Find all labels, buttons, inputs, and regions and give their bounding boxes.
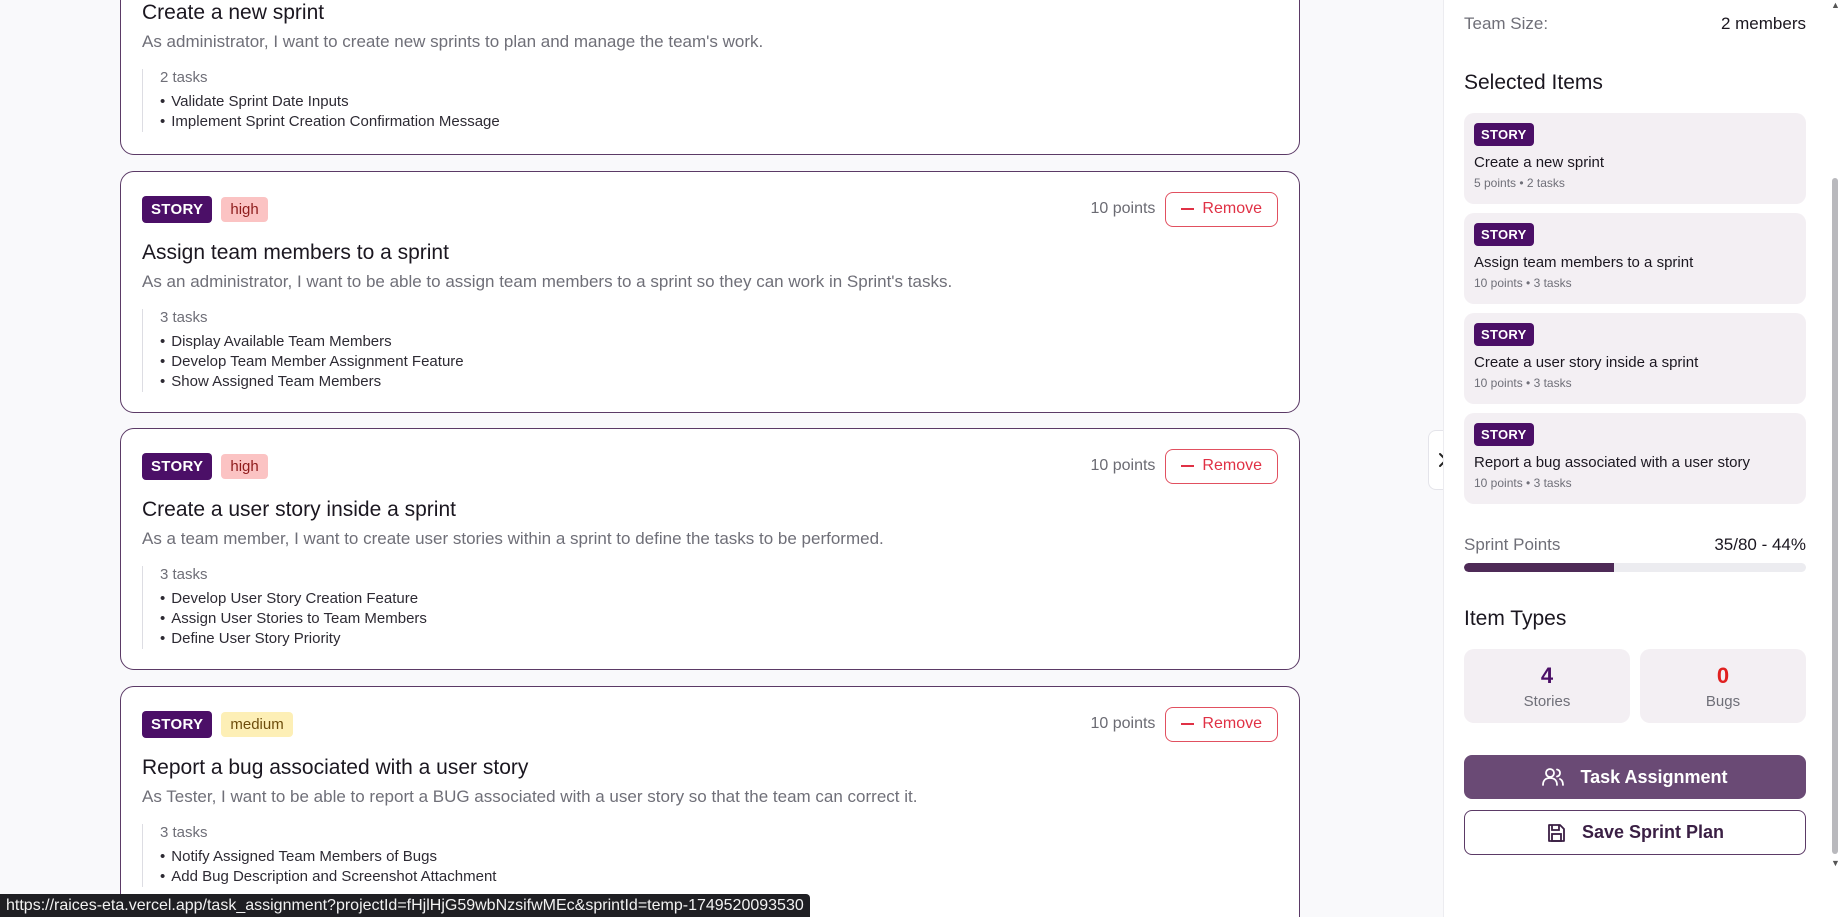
remove-label: Remove	[1202, 457, 1262, 474]
remove-label: Remove	[1202, 200, 1262, 217]
selected-items-title: Selected Items	[1464, 71, 1603, 94]
card-description: As Tester, I want to be able to report a…	[142, 787, 918, 806]
status-bar-url: https://raices-eta.vercel.app/task_assig…	[0, 894, 810, 917]
priority-badge: medium	[221, 711, 293, 737]
page-scrollbar[interactable]: ▲ ▼	[1828, 0, 1842, 917]
task-assignment-button[interactable]: Task Assignment	[1464, 755, 1806, 799]
task-item: Notify Assigned Team Members of Bugs	[160, 847, 1278, 867]
selected-item-title: Create a user story inside a sprint	[1474, 354, 1699, 371]
item-types-title: Item Types	[1464, 607, 1567, 630]
card-title: Assign team members to a sprint	[142, 241, 449, 264]
sprint-summary-sidebar: Team Size: 2 members Selected Items STOR…	[1443, 0, 1828, 917]
sprint-points-label: Sprint Points	[1464, 535, 1561, 554]
card-title: Create a new sprint	[142, 1, 325, 24]
bugs-count: 0	[1716, 662, 1730, 688]
item-types: 4 Stories 0 Bugs	[1464, 649, 1806, 723]
card-description: As administrator, I want to create new s…	[142, 32, 764, 51]
card-description: As an administrator, I want to be able t…	[142, 272, 953, 291]
task-item: Show Assigned Team Members	[160, 372, 1278, 392]
task-list: 3 tasks Develop User Story Creation Feat…	[142, 566, 1278, 649]
selected-items-summary: STORY Create a new sprint 5 points • 2 t…	[1464, 113, 1806, 513]
priority-badge: high	[221, 196, 268, 222]
selected-item[interactable]: STORY Create a new sprint 5 points • 2 t…	[1464, 113, 1806, 204]
selected-items-list: Create a new sprint As administrator, I …	[120, 0, 1300, 917]
bugs-label: Bugs	[1705, 692, 1741, 710]
tasks-count: 2 tasks	[160, 69, 208, 86]
sprint-points-value: 35/80 - 44%	[1714, 535, 1806, 554]
minus-icon	[1181, 723, 1195, 725]
task-item: Add Bug Description and Screenshot Attac…	[160, 867, 1278, 887]
task-list: 2 tasks Validate Sprint Date Inputs Impl…	[142, 69, 1278, 132]
task-item: Assign User Stories to Team Members	[160, 609, 1278, 629]
task-item: Implement Sprint Creation Confirmation M…	[160, 112, 1278, 132]
bugs-count-box: 0 Bugs	[1640, 649, 1806, 723]
task-item: Develop Team Member Assignment Feature	[160, 352, 1278, 372]
stories-count-box: 4 Stories	[1464, 649, 1630, 723]
progress-fill	[1464, 563, 1615, 572]
stories-label: Stories	[1523, 692, 1571, 710]
team-size-row: Team Size: 2 members	[1464, 14, 1806, 34]
sprint-points: Sprint Points 35/80 - 44%	[1464, 535, 1806, 572]
selected-item-title: Assign team members to a sprint	[1474, 254, 1694, 271]
page: Create a new sprint As administrator, I …	[0, 0, 1842, 917]
remove-button[interactable]: Remove	[1165, 448, 1278, 484]
minus-icon	[1181, 465, 1195, 467]
selected-item-title: Create a new sprint	[1474, 154, 1605, 171]
task-item: Validate Sprint Date Inputs	[160, 92, 1278, 112]
type-badge: STORY	[1474, 123, 1534, 146]
task-item: Display Available Team Members	[160, 332, 1278, 352]
selected-item-title: Report a bug associated with a user stor…	[1474, 454, 1750, 471]
card-description: As a team member, I want to create user …	[142, 529, 884, 548]
selected-item-meta: 10 points • 3 tasks	[1474, 476, 1572, 490]
story-points: 10 points	[1090, 715, 1156, 732]
type-badge: STORY	[1474, 423, 1534, 446]
selected-item[interactable]: STORY Assign team members to a sprint 10…	[1464, 213, 1806, 304]
scroll-down-icon[interactable]: ▼	[1831, 858, 1840, 868]
type-badge: STORY	[142, 195, 213, 223]
task-item: Define User Story Priority	[160, 629, 1278, 649]
save-sprint-plan-button[interactable]: Save Sprint Plan	[1464, 810, 1806, 855]
task-assignment-label: Task Assignment	[1580, 766, 1728, 787]
story-card: STORY high 10 points Remove Create a use…	[120, 428, 1300, 670]
tasks-count: 3 tasks	[160, 824, 208, 841]
team-size-label: Team Size:	[1464, 14, 1549, 33]
remove-button[interactable]: Remove	[1165, 191, 1278, 227]
remove-button[interactable]: Remove	[1165, 706, 1278, 742]
task-list: 3 tasks Notify Assigned Team Members of …	[142, 824, 1278, 887]
story-card: Create a new sprint As administrator, I …	[120, 0, 1300, 155]
selected-item[interactable]: STORY Report a bug associated with a use…	[1464, 413, 1806, 504]
save-sprint-plan-label: Save Sprint Plan	[1581, 822, 1725, 842]
story-points: 10 points	[1090, 457, 1156, 474]
story-card: STORY medium 10 points Remove Report a b…	[120, 686, 1300, 917]
priority-badge: high	[221, 453, 268, 479]
scrollbar-thumb[interactable]	[1832, 178, 1838, 854]
type-badge: STORY	[1474, 323, 1534, 346]
users-icon	[1542, 768, 1565, 786]
save-icon	[1548, 823, 1565, 842]
type-badge: STORY	[142, 452, 213, 480]
type-badge: STORY	[1474, 223, 1534, 246]
remove-label: Remove	[1202, 715, 1262, 732]
tasks-count: 3 tasks	[160, 309, 208, 326]
stories-count: 4	[1540, 662, 1554, 688]
story-points: 10 points	[1090, 200, 1156, 217]
selected-item-meta: 5 points • 2 tasks	[1474, 176, 1565, 190]
minus-icon	[1181, 208, 1195, 210]
selected-item-meta: 10 points • 3 tasks	[1474, 276, 1572, 290]
tasks-count: 3 tasks	[160, 566, 208, 583]
team-size-value: 2 members	[1720, 14, 1806, 33]
task-list: 3 tasks Display Available Team Members D…	[142, 309, 1278, 392]
selected-item-meta: 10 points • 3 tasks	[1474, 376, 1572, 390]
card-title: Report a bug associated with a user stor…	[142, 756, 529, 779]
card-title: Create a user story inside a sprint	[142, 498, 456, 521]
task-item: Develop User Story Creation Feature	[160, 589, 1278, 609]
type-badge: STORY	[142, 710, 213, 738]
scroll-up-icon[interactable]: ▲	[1831, 0, 1840, 10]
selected-item[interactable]: STORY Create a user story inside a sprin…	[1464, 313, 1806, 404]
sprint-points-progress	[1464, 563, 1806, 572]
story-card: STORY high 10 points Remove Assign team …	[120, 171, 1300, 413]
